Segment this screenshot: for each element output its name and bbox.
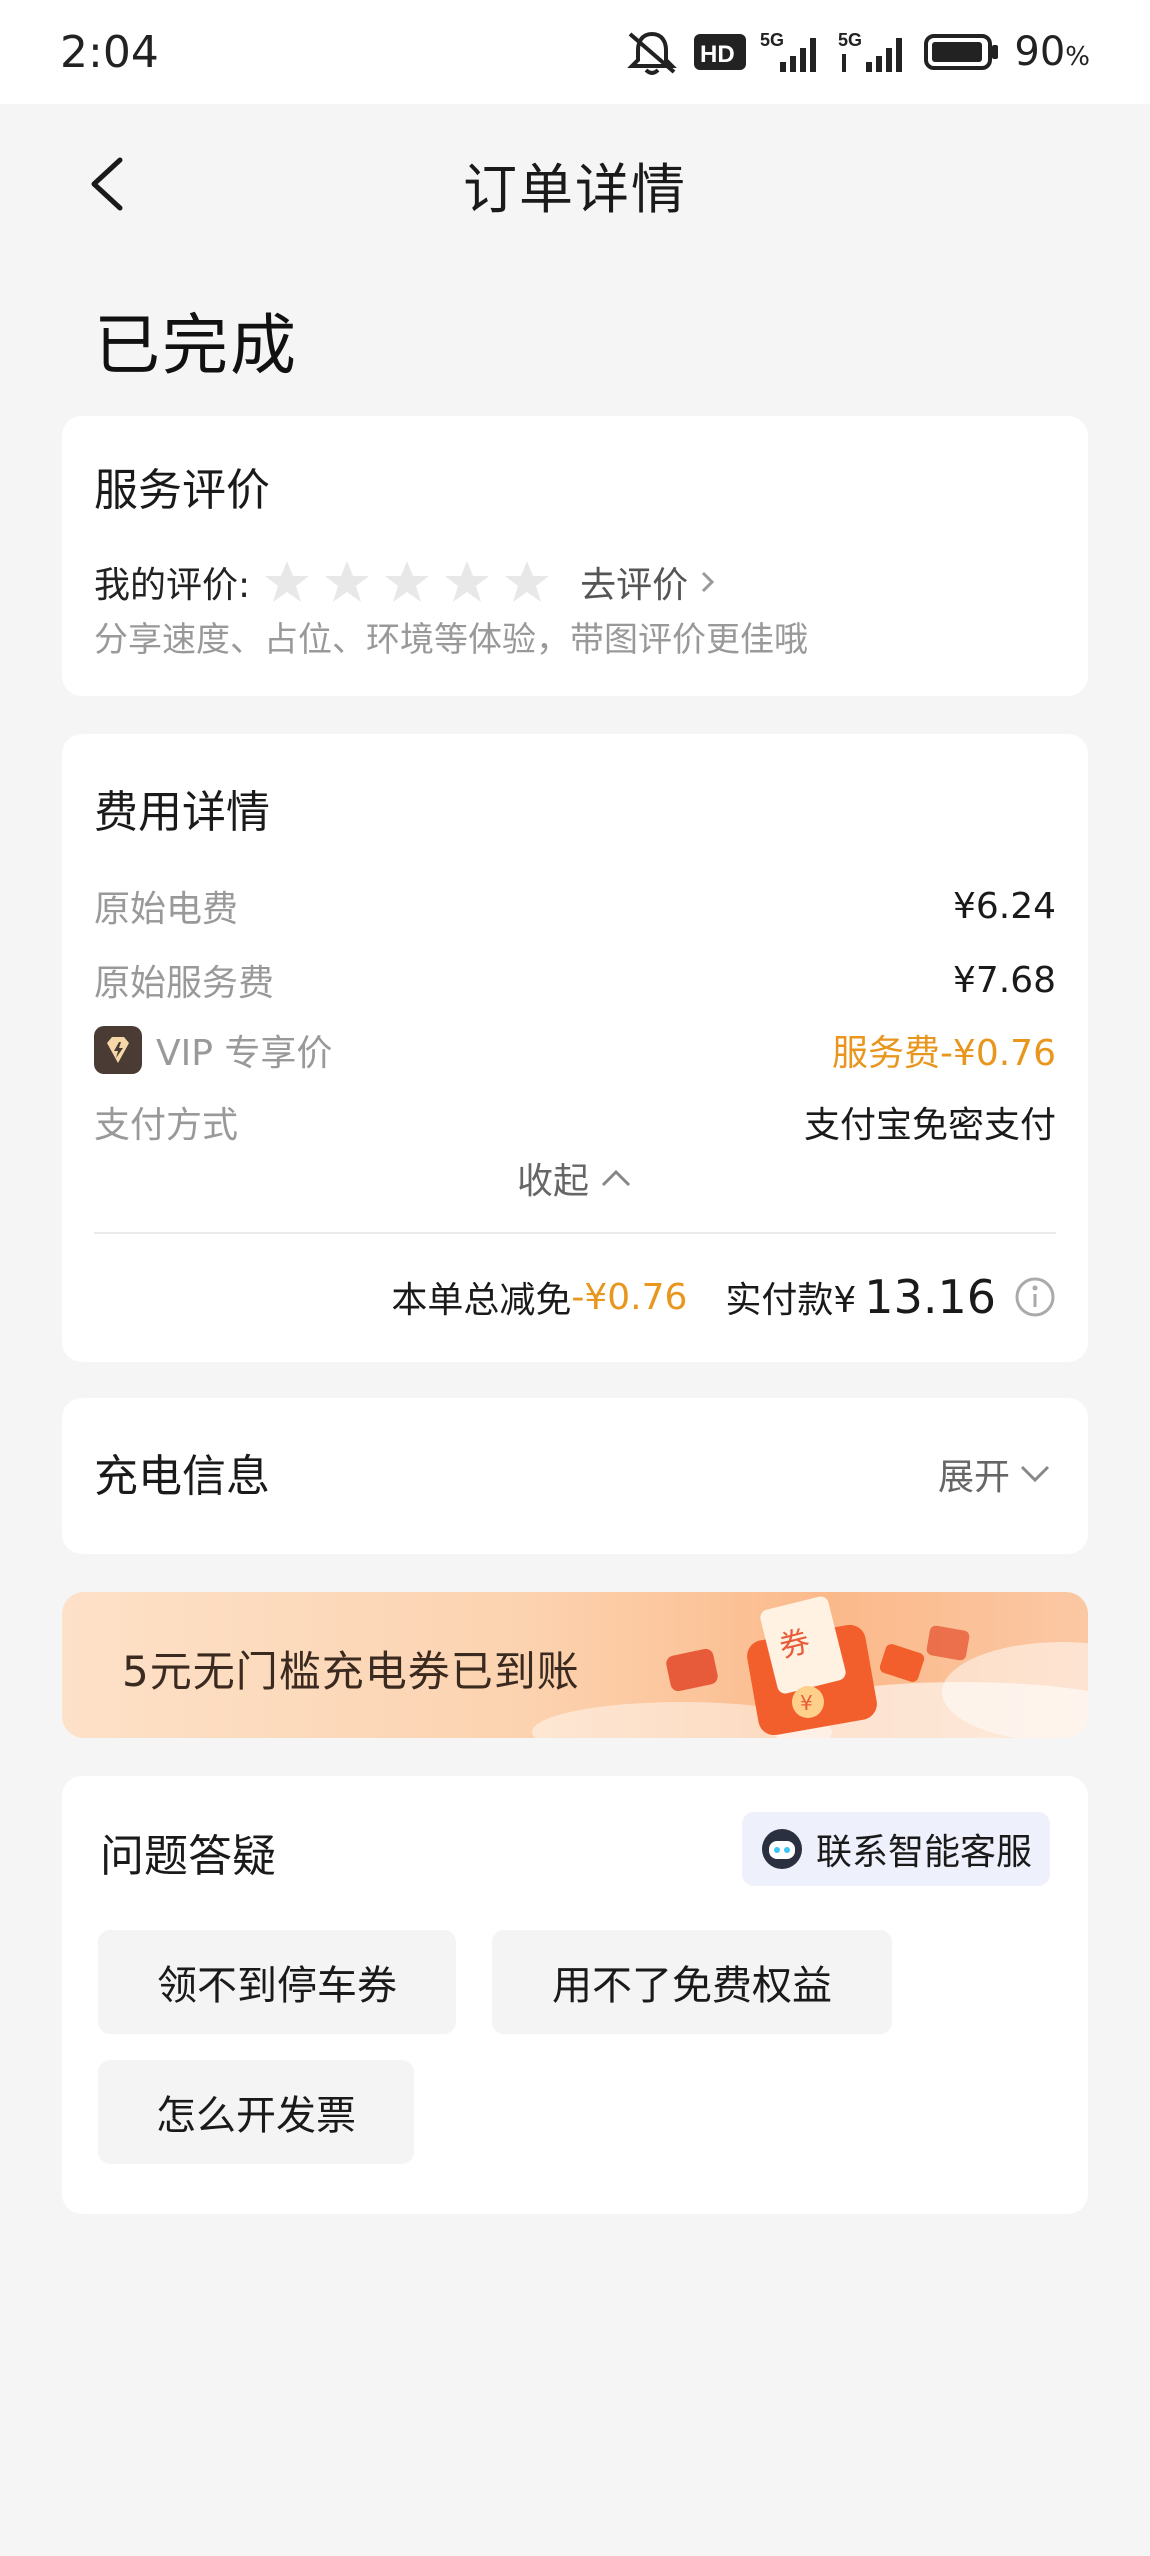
coupon-banner[interactable]: 券 ¥ 5元无门槛充电券已到账: [62, 1592, 1088, 1738]
faq-card: 问题答疑 联系智能客服 领不到停车券 用不了免费权益 怎么开发票: [62, 1776, 1088, 2214]
faq-chip-benefits[interactable]: 用不了免费权益: [492, 1930, 892, 2034]
battery-icon: [924, 32, 1000, 72]
customer-service-label: 联系智能客服: [815, 1832, 1032, 1873]
faq-chip-invoice[interactable]: 怎么开发票: [98, 2060, 414, 2164]
go-rate-button[interactable]: 去评价: [580, 556, 718, 608]
total-discount-value: -¥0.76: [571, 1276, 688, 1318]
svg-text:HD: HD: [700, 41, 735, 68]
status-icons: HD 5G 5G 90%: [624, 28, 1090, 76]
fee-value: ¥6.24: [952, 885, 1056, 927]
faq-title: 问题答疑: [100, 1831, 276, 1882]
battery-percent: 90%: [1014, 29, 1090, 75]
signal-icon-2: 5G: [838, 30, 910, 74]
collapse-button[interactable]: 收起: [62, 1152, 1088, 1204]
fee-label-vip: VIP 专享价: [94, 1024, 332, 1076]
chevron-down-icon: [1020, 1465, 1050, 1483]
fee-row-vip: VIP 专享价 服务费-¥0.76: [94, 1024, 1056, 1076]
banner-text: 5元无门槛充电券已到账: [122, 1647, 580, 1696]
svg-text:5G: 5G: [838, 30, 862, 50]
svg-text:5G: 5G: [760, 30, 784, 50]
rating-hint: 分享速度、占位、环境等体验，带图评价更佳哦: [94, 620, 808, 660]
expand-button[interactable]: 展开: [938, 1448, 1052, 1500]
divider: [94, 1232, 1056, 1234]
order-status: 已完成: [94, 307, 298, 384]
rating-title: 服务评价: [94, 465, 270, 516]
fee-title: 费用详情: [94, 787, 270, 838]
status-bar: 2:04 HD 5G 5G 90%: [0, 0, 1150, 104]
charge-info-card[interactable]: 充电信息 展开: [62, 1398, 1088, 1554]
info-icon[interactable]: [1014, 1276, 1056, 1318]
fee-label: 原始电费: [94, 889, 239, 930]
fee-value: ¥7.68: [952, 959, 1056, 1001]
fee-row-service: 原始服务费 ¥7.68: [94, 954, 1056, 1006]
star-icon-5[interactable]: [504, 559, 550, 605]
yen-glyph: ¥: [800, 1691, 813, 1715]
hd-icon: HD: [694, 32, 747, 72]
fee-label: 支付方式: [94, 1105, 239, 1146]
charge-info-title: 充电信息: [94, 1451, 270, 1502]
chevron-up-icon: [601, 1169, 631, 1187]
chevron-right-icon: [702, 571, 715, 593]
back-button[interactable]: [80, 152, 140, 216]
fee-details-card: 费用详情 原始电费 ¥6.24 原始服务费 ¥7.68 VIP 专享价 服务费-…: [62, 734, 1088, 1362]
nav-bar: 订单详情: [0, 104, 1150, 264]
fee-value-vip: 服务费-¥0.76: [831, 1033, 1056, 1074]
star-icon-4[interactable]: [444, 559, 490, 605]
signal-icon-1: 5G: [760, 30, 824, 74]
rating-row: 我的评价: 去评价: [94, 556, 718, 608]
fee-label: 原始服务费: [94, 963, 275, 1004]
back-arrow-icon: [91, 157, 123, 211]
page-title: 订单详情: [463, 157, 687, 221]
paid-amount: 13.16: [864, 1270, 996, 1324]
status-time: 2:04: [60, 26, 159, 78]
rating-card: 服务评价 我的评价: 去评价 分享速度、占位、环境等体验，带图评价更佳哦: [62, 416, 1088, 696]
paid-label: 实付款¥: [725, 1280, 857, 1321]
fee-value: 支付宝免密支付: [803, 1105, 1056, 1146]
rating-stars: [264, 559, 550, 605]
vip-diamond-icon: [94, 1026, 142, 1074]
collapse-label: 收起: [516, 1161, 589, 1202]
fee-row-electricity: 原始电费 ¥6.24: [94, 880, 1056, 932]
mute-icon: [624, 28, 680, 76]
my-rating-label: 我的评价:: [94, 565, 251, 606]
faq-chip-parking[interactable]: 领不到停车券: [98, 1930, 456, 2034]
vip-label: VIP 专享价: [156, 1033, 333, 1074]
total-row: 本单总减免 -¥0.76 实付款¥ 13.16: [391, 1270, 1056, 1324]
star-icon-3[interactable]: [384, 559, 430, 605]
go-rate-label: 去评价: [580, 565, 689, 606]
star-icon-1[interactable]: [264, 559, 310, 605]
robot-icon: [761, 1829, 802, 1869]
contact-customer-service-button[interactable]: 联系智能客服: [741, 1812, 1050, 1886]
total-discount-label: 本单总减免: [391, 1280, 572, 1321]
fee-row-payment: 支付方式 支付宝免密支付: [94, 1096, 1056, 1148]
expand-label: 展开: [937, 1457, 1010, 1498]
star-icon-2[interactable]: [324, 559, 370, 605]
